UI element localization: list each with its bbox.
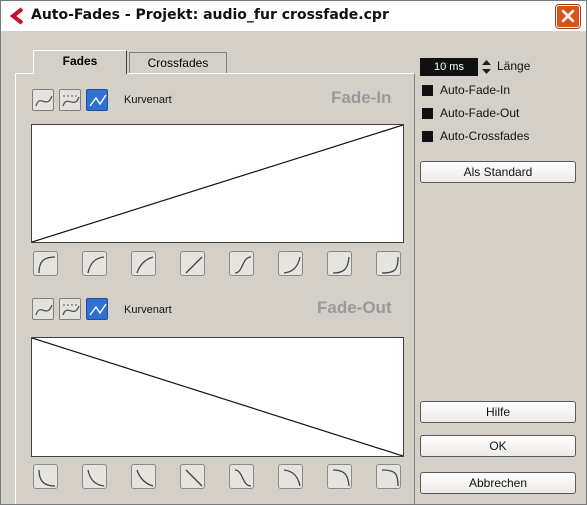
fade-in-preset-7[interactable] (327, 251, 352, 276)
fade-out-heading: Fade-Out (317, 298, 392, 317)
dialog-body: Fades Crossfades Kurvenart Fade-In Kurve… (1, 32, 586, 504)
fade-in-preset-7-icon (332, 256, 350, 274)
fade-out-preset-5-icon (234, 469, 252, 487)
auto-crossfades-label: Auto-Crossfades (440, 129, 530, 143)
close-button[interactable] (556, 5, 580, 28)
fade-out-damped-spline-button[interactable] (59, 298, 81, 320)
fade-in-preset-2[interactable] (82, 251, 107, 276)
cancel-button[interactable]: Abbrechen (420, 472, 576, 494)
fade-out-preset-1-icon (38, 469, 56, 487)
fade-in-curve-display[interactable] (31, 124, 404, 243)
fade-out-preset-8[interactable] (376, 464, 401, 489)
help-button[interactable]: Hilfe (420, 401, 576, 423)
fade-out-curve-display[interactable] (31, 337, 404, 457)
fade-in-preset-1-icon (38, 256, 56, 274)
fade-in-preset-8[interactable] (376, 251, 401, 276)
fade-out-curve-line (32, 338, 403, 456)
spline-curve-icon (35, 304, 53, 316)
fade-out-preset-6-icon (283, 469, 301, 487)
tab-crossfades[interactable]: Crossfades (129, 52, 227, 73)
fade-in-preset-4-icon (185, 256, 203, 274)
tab-fades-label: Fades (62, 54, 98, 68)
fade-out-preset-7[interactable] (327, 464, 352, 489)
fade-out-preset-4[interactable] (180, 464, 205, 489)
length-input[interactable]: 10 ms (420, 58, 478, 76)
title-bar[interactable]: Auto-Fades - Projekt: audio_fur crossfad… (1, 1, 586, 32)
fade-out-spline-curve-button[interactable] (32, 298, 54, 320)
app-logo-icon (9, 7, 24, 25)
fade-out-preset-3-icon (136, 469, 154, 487)
fade-in-preset-6-icon (283, 256, 301, 274)
auto-fade-in-checkbox[interactable] (422, 85, 433, 96)
fade-in-preset-5[interactable] (229, 251, 254, 276)
fade-out-preset-8-icon (381, 469, 399, 487)
fade-out-preset-5[interactable] (229, 464, 254, 489)
fade-in-preset-4[interactable] (180, 251, 205, 276)
fade-in-damped-spline-button[interactable] (59, 89, 81, 111)
damped-spline-icon (62, 95, 80, 107)
linear-curve-icon (89, 94, 107, 107)
damped-spline-icon (62, 304, 80, 316)
fade-in-preset-5-icon (234, 256, 252, 274)
fade-in-curve-line (32, 125, 403, 242)
fade-out-preset-4-icon (185, 469, 203, 487)
fade-in-spline-curve-button[interactable] (32, 89, 54, 111)
spinner-arrows-icon (482, 60, 491, 74)
fade-in-preset-8-icon (381, 256, 399, 274)
fade-out-preset-1[interactable] (33, 464, 58, 489)
auto-crossfades-checkbox[interactable] (422, 131, 433, 142)
as-default-button[interactable]: Als Standard (420, 161, 576, 183)
length-spinner[interactable] (480, 57, 493, 77)
ok-button[interactable]: OK (420, 435, 576, 457)
spline-curve-icon (35, 95, 53, 107)
fade-out-preset-7-icon (332, 469, 350, 487)
close-icon (561, 9, 575, 23)
fade-out-preset-3[interactable] (131, 464, 156, 489)
fade-out-curve-type-label: Kurvenart (124, 304, 172, 316)
fade-out-preset-2-icon (87, 469, 105, 487)
fade-in-linear-curve-button[interactable] (86, 89, 108, 111)
auto-fade-out-label: Auto-Fade-Out (440, 106, 520, 120)
fade-in-preset-3[interactable] (131, 251, 156, 276)
linear-curve-icon (89, 303, 107, 316)
fade-in-preset-3-icon (136, 256, 154, 274)
fade-in-preset-1[interactable] (33, 251, 58, 276)
auto-fade-out-checkbox[interactable] (422, 108, 433, 119)
auto-fades-dialog: Auto-Fades - Projekt: audio_fur crossfad… (0, 0, 587, 505)
fade-out-linear-curve-button[interactable] (86, 298, 108, 320)
fade-in-preset-6[interactable] (278, 251, 303, 276)
fade-in-preset-2-icon (87, 256, 105, 274)
length-label: Länge (497, 59, 531, 73)
tab-fades[interactable]: Fades (33, 50, 127, 74)
window-title: Auto-Fades - Projekt: audio_fur crossfad… (31, 7, 389, 23)
fade-out-preset-2[interactable] (82, 464, 107, 489)
fade-in-heading: Fade-In (331, 88, 392, 107)
tab-crossfades-label: Crossfades (147, 56, 209, 70)
fade-in-curve-type-label: Kurvenart (124, 94, 172, 106)
auto-fade-in-label: Auto-Fade-In (440, 83, 511, 97)
fade-out-preset-6[interactable] (278, 464, 303, 489)
